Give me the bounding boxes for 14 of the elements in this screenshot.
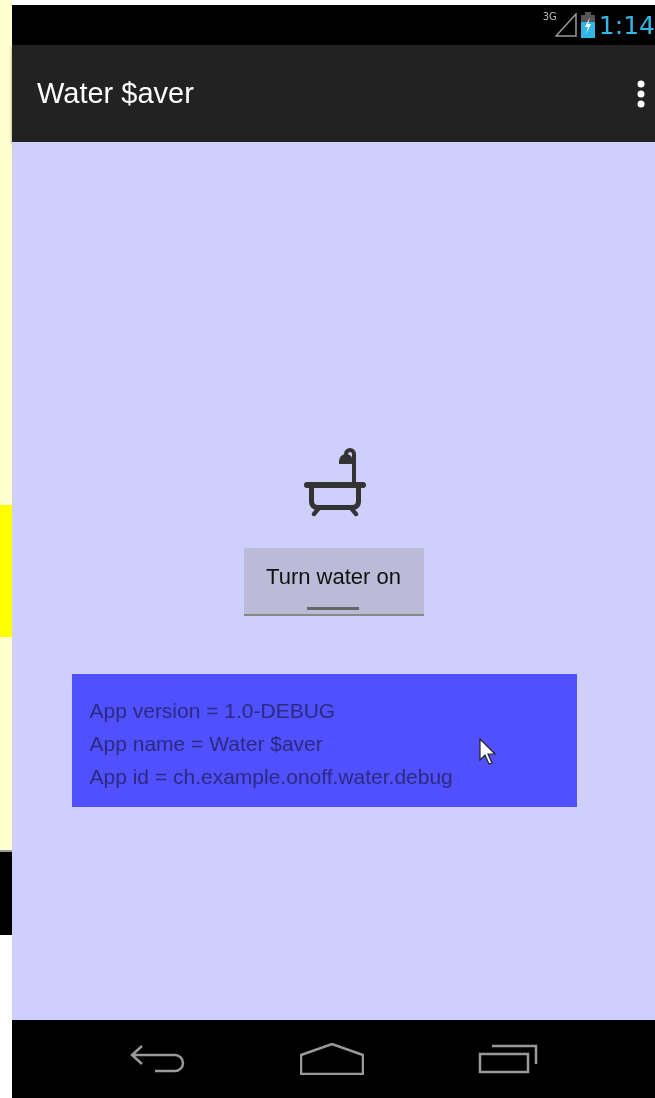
home-icon[interactable] bbox=[300, 1043, 365, 1075]
info-line: App version = 1.0-DEBUG bbox=[89, 698, 336, 724]
overflow-menu-icon[interactable] bbox=[637, 79, 645, 108]
info-line: App id = ch.example.onoff.water.debug bbox=[89, 764, 453, 790]
mouse-pointer-icon bbox=[478, 738, 497, 766]
info-line: App name = Water $aver bbox=[89, 731, 323, 757]
battery-icon bbox=[580, 12, 595, 38]
clock-time: 1:14 bbox=[598, 12, 655, 38]
back-icon[interactable] bbox=[128, 1044, 187, 1074]
turn-water-on-button[interactable]: Turn water on bbox=[243, 548, 424, 616]
signal-icon bbox=[554, 13, 577, 37]
app-title: Water $aver bbox=[37, 75, 194, 111]
network-type: 3G bbox=[542, 10, 557, 24]
recent-apps-icon[interactable] bbox=[478, 1044, 539, 1074]
